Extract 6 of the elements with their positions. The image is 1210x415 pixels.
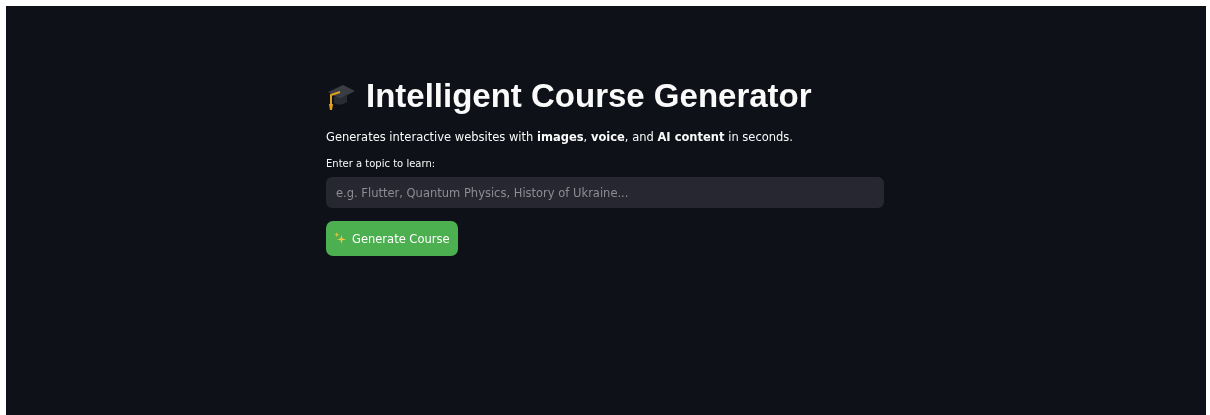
sparkles-icon: [334, 232, 347, 245]
topic-input-field[interactable]: e.g. Flutter, Quantum Physics, History of Ukraine...: [326, 177, 884, 208]
field-label: Enter a topic to learn:: [326, 158, 436, 169]
page-subtitle: Generates interactive websites with images, voice, and AI content in seconds.: [326, 130, 793, 144]
page-title: Intelligent Course Generator: [366, 76, 812, 116]
generate-course-button[interactable]: Generate Course: [326, 221, 458, 256]
